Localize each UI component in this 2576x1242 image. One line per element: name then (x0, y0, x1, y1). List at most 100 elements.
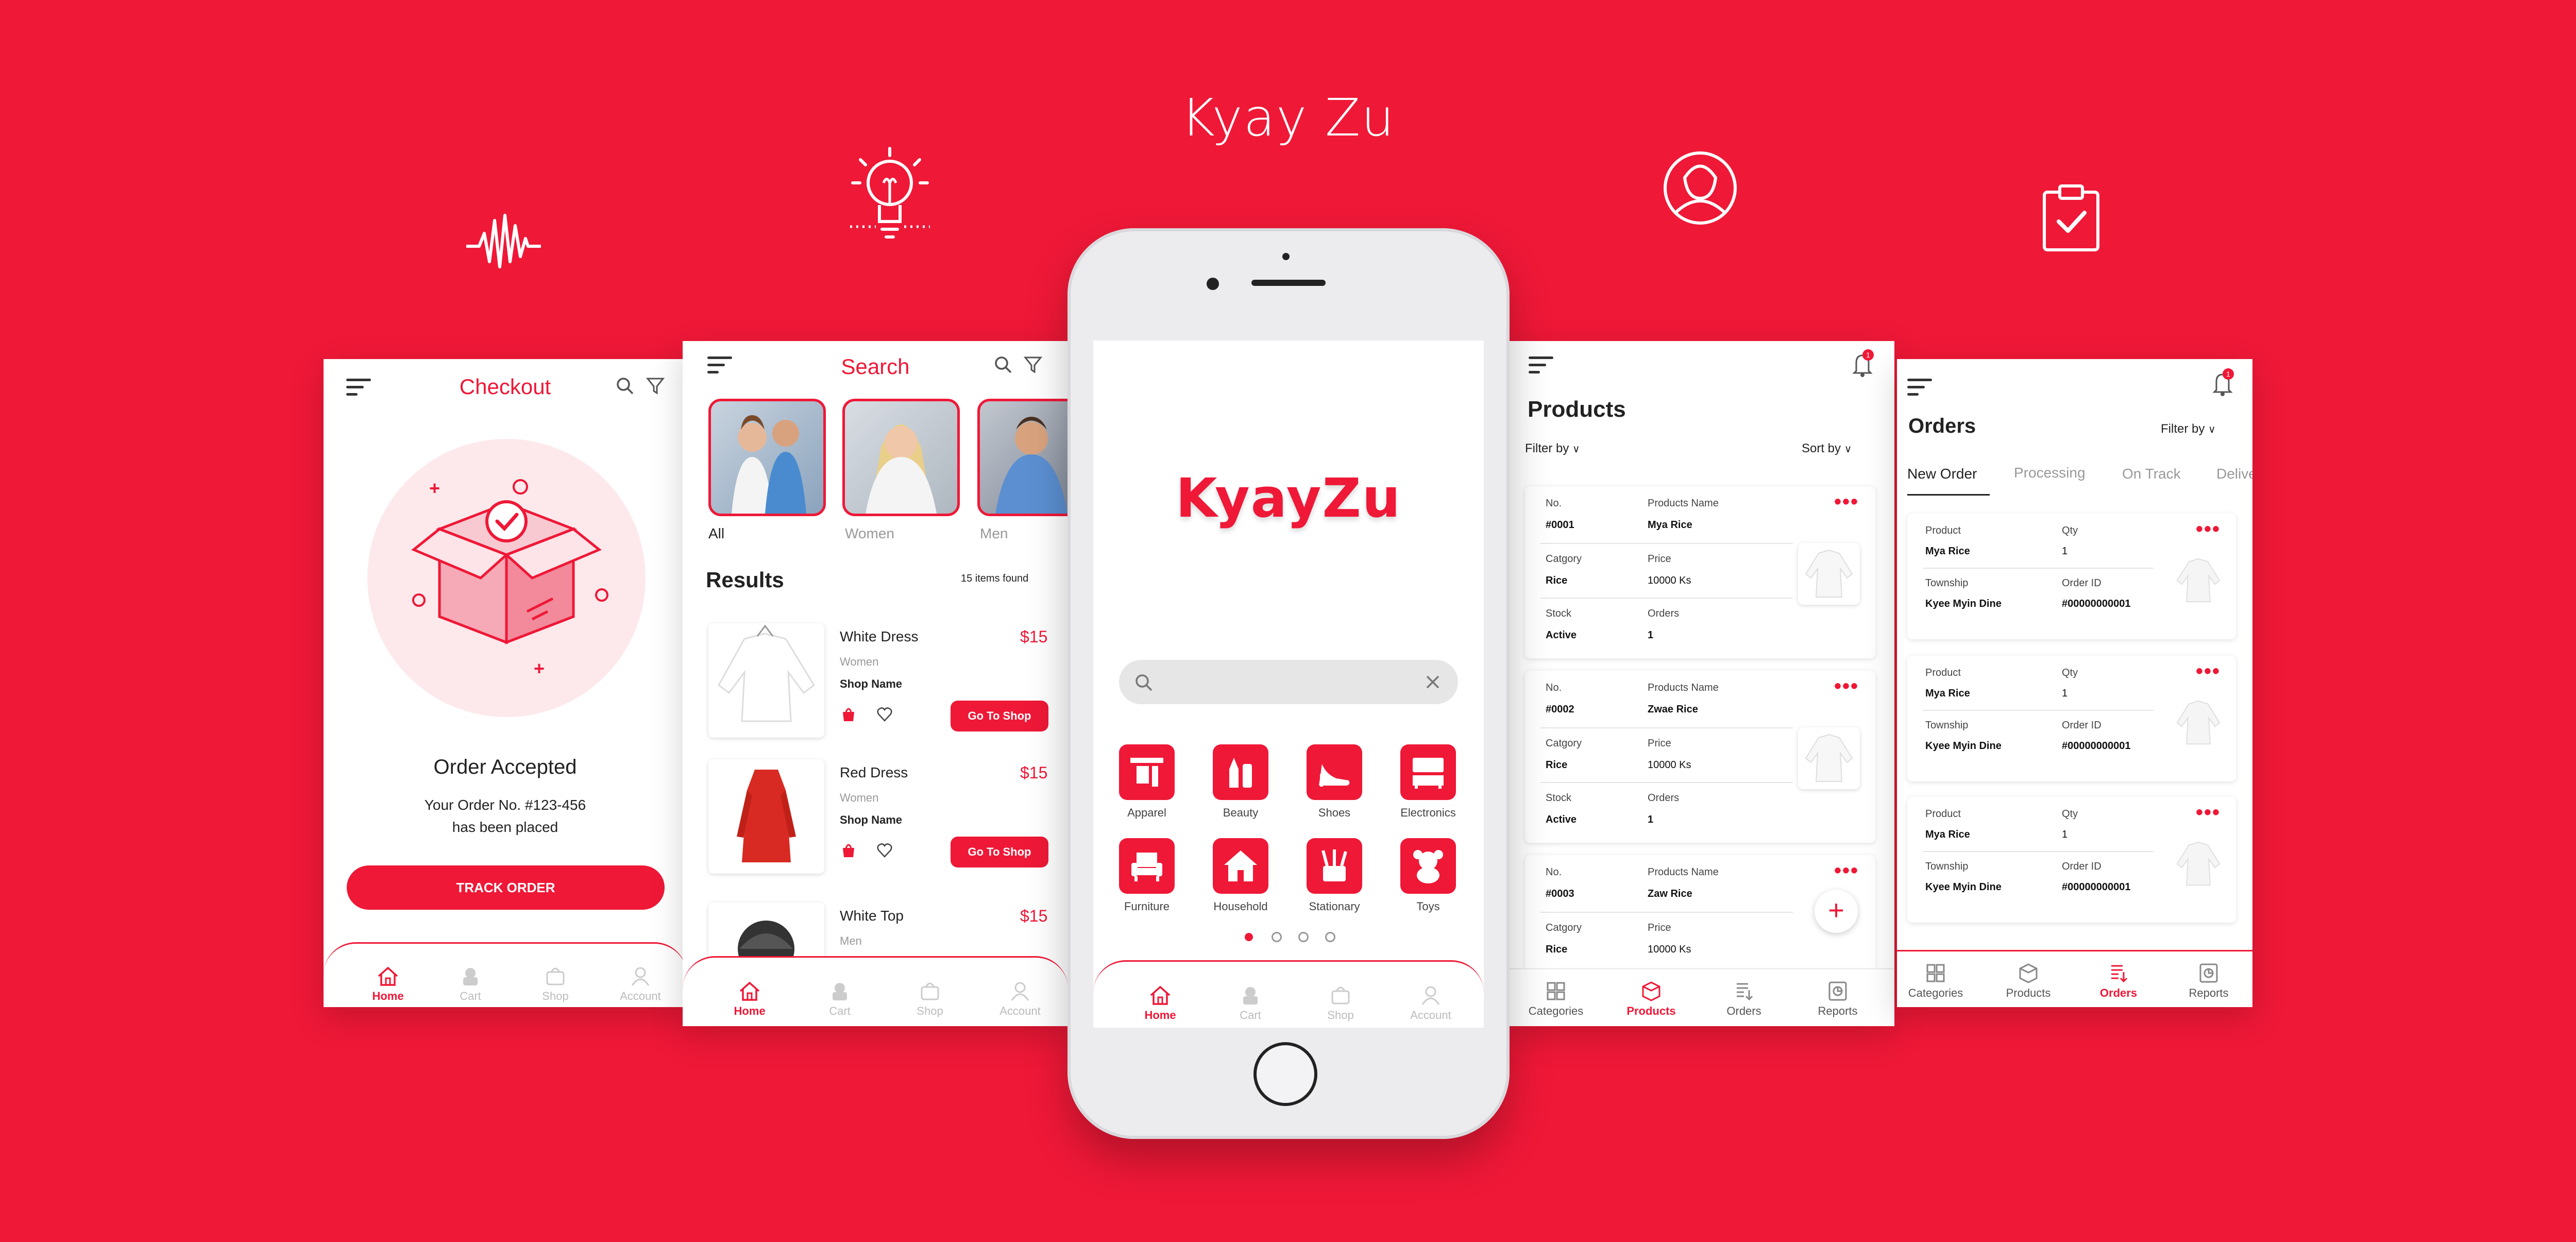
more-options-icon[interactable]: ••• (2196, 661, 2221, 682)
home-button[interactable] (1253, 1042, 1317, 1106)
heart-icon[interactable] (876, 706, 893, 723)
categories-icon (1547, 982, 1565, 1000)
sort-dropdown[interactable]: Sort by ∨ (1802, 441, 1852, 456)
nav-products[interactable]: Products (1615, 981, 1687, 1018)
nav-reports[interactable]: Reports (2173, 963, 2245, 1000)
category-label: Stationary (1309, 900, 1360, 913)
category-label: Toys (1416, 900, 1440, 913)
lightbulb-icon (845, 144, 935, 247)
category-household[interactable] (1213, 838, 1268, 894)
tab-delivered[interactable]: Delive (2216, 466, 2252, 482)
nav-cart[interactable]: Cart (804, 981, 876, 1018)
filter-icon[interactable] (1023, 354, 1043, 375)
nav-account[interactable]: Account (984, 981, 1056, 1018)
orders-icon (2111, 965, 2128, 983)
filter-tab-all[interactable]: All (708, 525, 724, 542)
go-to-shop-button[interactable]: Go To Shop (951, 701, 1048, 731)
more-options-icon[interactable]: ••• (1834, 676, 1859, 696)
home-icon (378, 966, 398, 986)
order-card[interactable]: Product Qty ••• Mya Rice 1 Township Orde… (1907, 797, 2236, 923)
category-label: Household (1213, 900, 1268, 913)
track-order-button[interactable]: TRACK ORDER (347, 865, 665, 910)
tab-new-order[interactable]: New Order (1907, 466, 1977, 482)
add-product-button[interactable]: + (1815, 890, 1858, 933)
nav-reports[interactable]: Reports (1802, 981, 1874, 1018)
go-to-shop-button[interactable]: Go To Shop (951, 837, 1048, 867)
order-card[interactable]: Product Qty ••• Mya Rice 1 Township Orde… (1907, 514, 2236, 639)
bell-icon[interactable]: 1 (2211, 368, 2234, 397)
filter-photo-all[interactable] (708, 399, 826, 516)
product-image[interactable] (708, 759, 824, 874)
nav-products[interactable]: Products (1992, 963, 2064, 1000)
filter-dropdown[interactable]: Filter by ∨ (2161, 422, 2216, 436)
category-beauty[interactable] (1213, 744, 1268, 800)
nav-categories[interactable]: Categories (1520, 981, 1592, 1018)
clear-icon[interactable] (1423, 672, 1443, 692)
bell-icon[interactable]: 1 (1851, 349, 1874, 378)
cart-icon (463, 968, 478, 985)
page-dot[interactable] (1325, 932, 1335, 942)
product-image[interactable] (708, 623, 824, 738)
nav-shop[interactable]: Shop (519, 966, 591, 1003)
tab-on-track[interactable]: On Track (2122, 466, 2181, 482)
page-dot[interactable] (1298, 932, 1309, 942)
page-dot[interactable] (1272, 932, 1282, 942)
sparkle-circle (595, 588, 608, 602)
list-item: White Dress $15 Women Shop Name Go To Sh… (708, 623, 1048, 742)
shoe-icon (1319, 764, 1350, 787)
category-stationary[interactable] (1307, 838, 1362, 894)
menu-icon[interactable] (1907, 379, 1932, 397)
category-toys[interactable] (1400, 838, 1456, 894)
nav-orders[interactable]: Orders (1708, 981, 1780, 1018)
more-options-icon[interactable]: ••• (1834, 491, 1859, 512)
filter-photo-men[interactable] (977, 399, 1068, 516)
orders-icon (1737, 983, 1753, 1001)
product-price: $15 (1020, 763, 1048, 782)
nav-shop[interactable]: Shop (894, 981, 966, 1018)
nav-shop[interactable]: Shop (1304, 985, 1377, 1022)
cart-icon[interactable] (840, 706, 857, 723)
products-screen: 1 Products Filter by ∨ Sort by ∨ No. Pro… (1507, 341, 1894, 1026)
nav-account[interactable]: Account (604, 966, 676, 1003)
page-dot-active[interactable] (1245, 933, 1253, 941)
product-category: Women (840, 791, 879, 804)
nav-cart[interactable]: Cart (1214, 985, 1286, 1022)
category-electronics[interactable] (1400, 744, 1456, 800)
nav-home[interactable]: Home (1124, 985, 1196, 1022)
nav-categories[interactable]: Categories (1900, 963, 1972, 1000)
tab-processing[interactable]: Processing (2014, 465, 2086, 481)
filter-tab-women[interactable]: Women (845, 525, 894, 542)
page-title: Orders (1908, 415, 1976, 437)
clipboard-check-icon (2040, 183, 2102, 252)
shop-icon (921, 982, 939, 1000)
filter-photo-women[interactable] (842, 399, 960, 516)
nav-cart[interactable]: Cart (434, 966, 506, 1003)
more-options-icon[interactable]: ••• (1834, 860, 1859, 881)
menu-icon[interactable] (1529, 356, 1553, 375)
nav-account[interactable]: Account (1395, 985, 1467, 1022)
results-count: 15 items found (961, 573, 1029, 584)
cart-icon[interactable] (840, 842, 857, 859)
category-shoes[interactable] (1307, 744, 1362, 800)
search-icon[interactable] (615, 376, 635, 396)
more-options-icon[interactable]: ••• (2196, 802, 2221, 823)
category-furniture[interactable] (1119, 838, 1175, 894)
search-icon[interactable] (993, 354, 1013, 375)
shop-icon (546, 967, 565, 985)
more-options-icon[interactable]: ••• (2196, 519, 2221, 539)
shop-icon (1331, 986, 1350, 1005)
nav-home[interactable]: Home (714, 981, 786, 1018)
nav-home[interactable]: Home (352, 966, 424, 1003)
nav-orders[interactable]: Orders (2082, 963, 2155, 1000)
product-thumbnail (1798, 727, 1860, 789)
category-apparel[interactable] (1119, 744, 1175, 800)
filter-tab-men[interactable]: Men (980, 525, 1008, 542)
search-input[interactable] (1119, 660, 1458, 704)
filter-dropdown[interactable]: Filter by ∨ (1525, 441, 1580, 456)
filter-icon[interactable] (645, 376, 666, 396)
product-card[interactable]: No. Products Name ••• #0002 Zwae Rice Ca… (1525, 671, 1875, 843)
package-box-icon (409, 472, 604, 663)
heart-icon[interactable] (876, 842, 893, 859)
product-card[interactable]: No. Products Name ••• #0001 Mya Rice Cat… (1525, 486, 1875, 658)
order-card[interactable]: Product Qty ••• Mya Rice 1 Township Orde… (1907, 656, 2236, 781)
